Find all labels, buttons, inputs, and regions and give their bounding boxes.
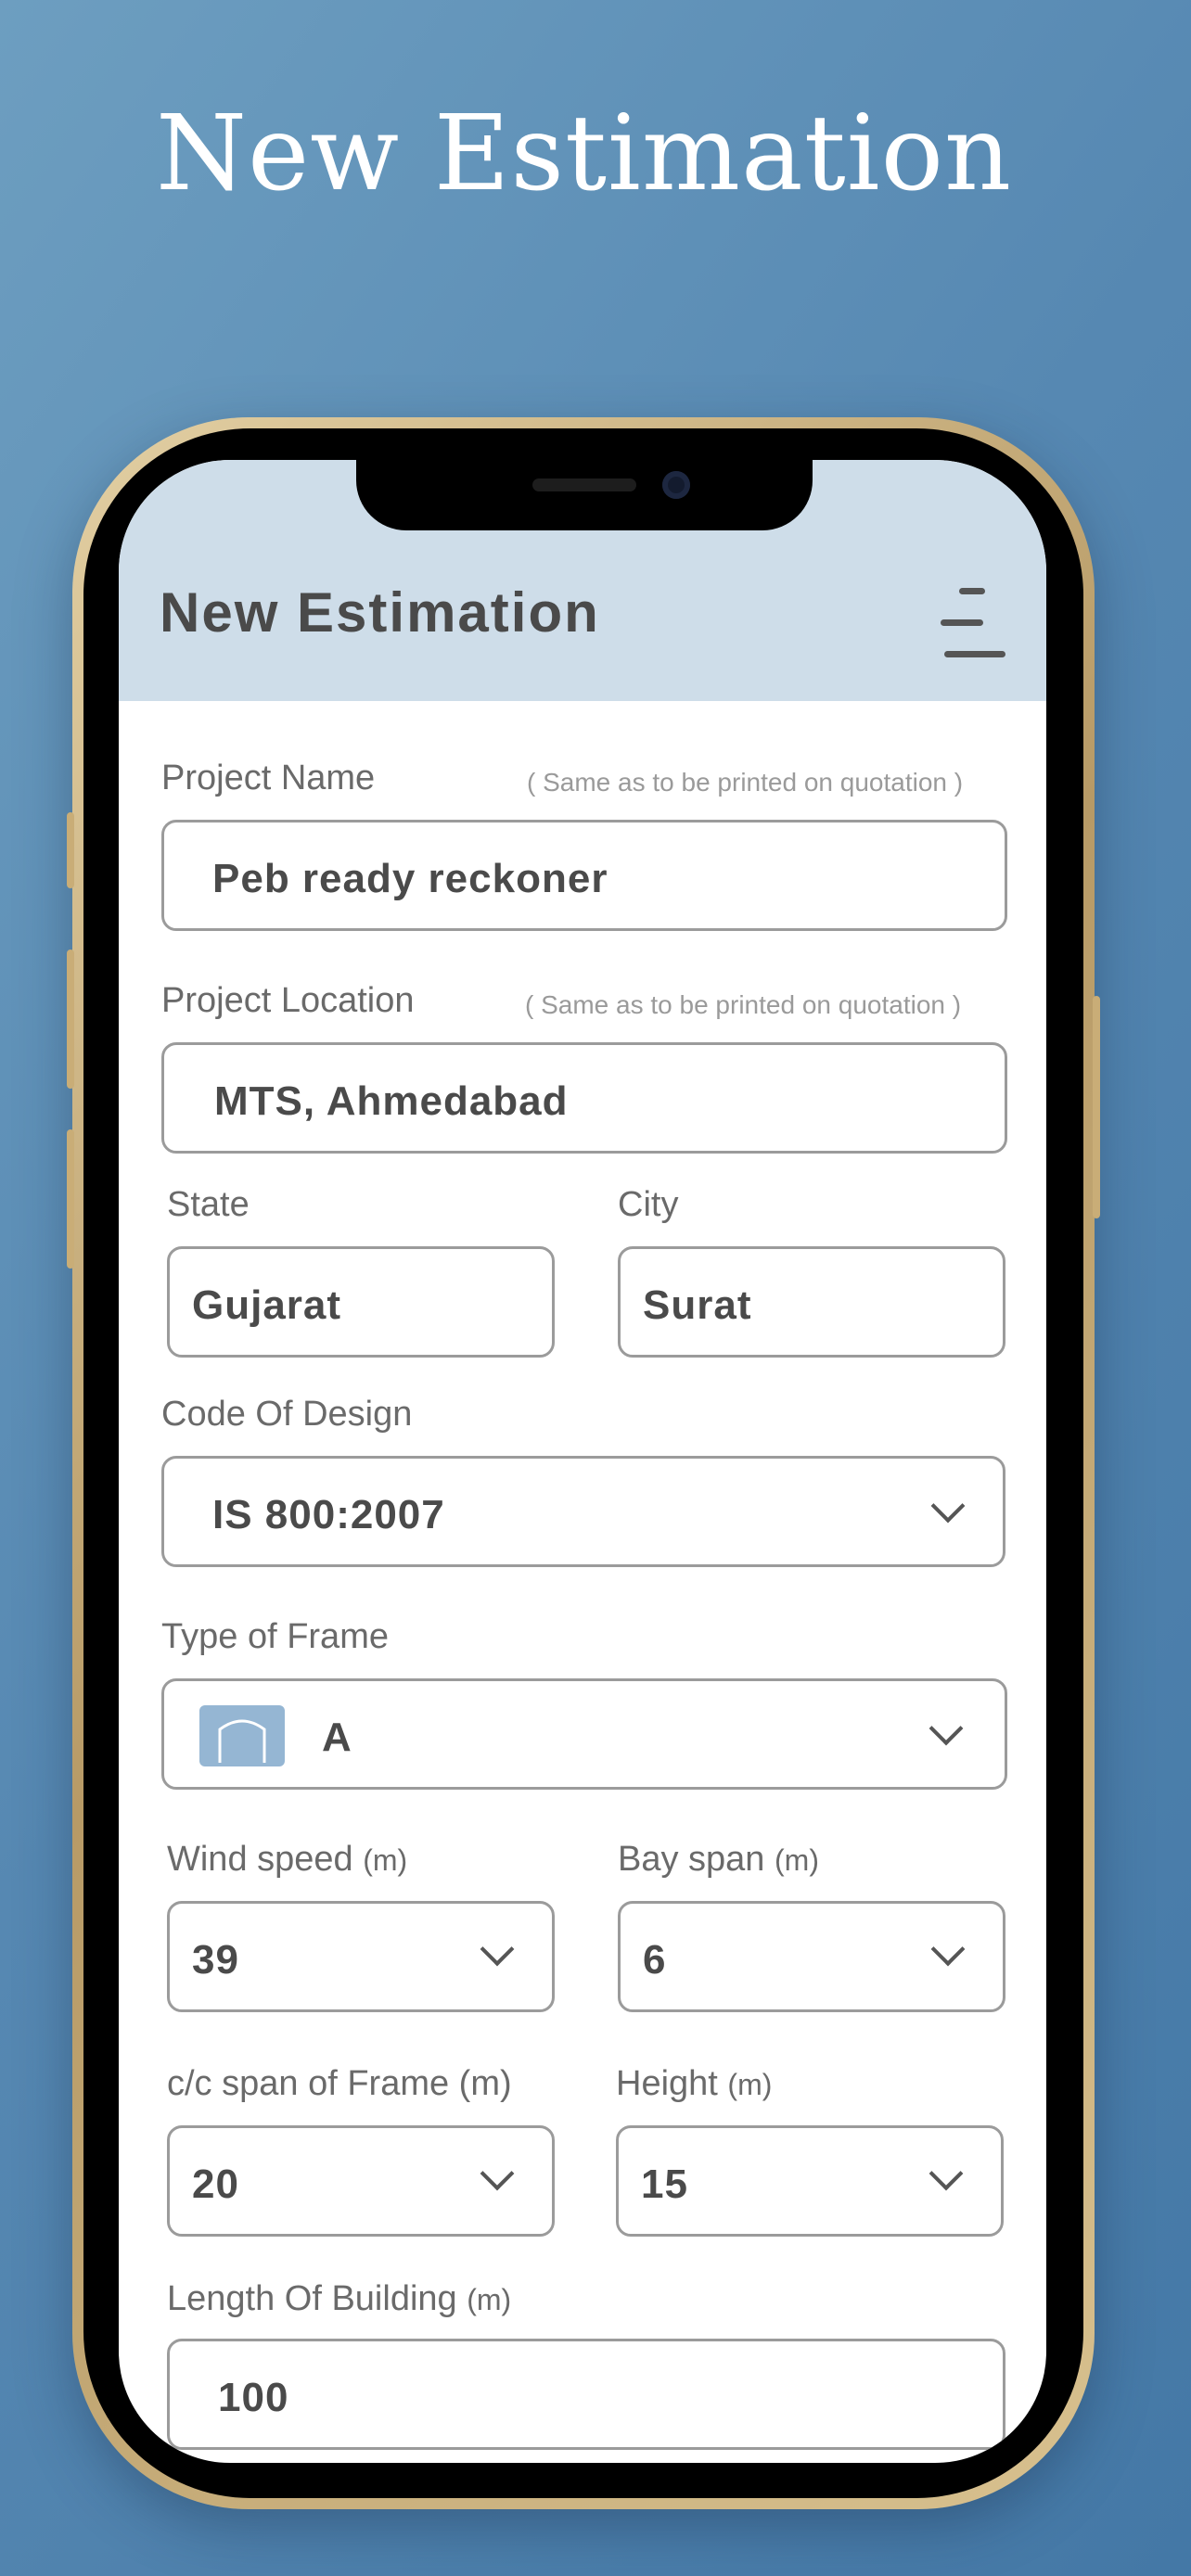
- code-of-design-select[interactable]: IS 800:2007: [161, 1456, 1005, 1567]
- cc-span-label: c/c span of Frame (m): [167, 2064, 512, 2103]
- project-location-input[interactable]: MTS, Ahmedabad: [161, 1042, 1007, 1154]
- city-value: Surat: [643, 1282, 752, 1328]
- frame-shape-icon: [199, 1705, 285, 1766]
- height-label: Height (m): [616, 2064, 773, 2103]
- length-of-building-value: 100: [218, 2375, 289, 2420]
- type-of-frame-label: Type of Frame: [161, 1617, 389, 1656]
- city-label: City: [618, 1185, 679, 1224]
- project-name-hint: ( Same as to be printed on quotation ): [527, 768, 964, 797]
- height-value: 15: [641, 2162, 688, 2207]
- chevron-down-icon: [485, 1937, 509, 1961]
- front-camera: [662, 471, 690, 499]
- project-location-hint: ( Same as to be printed on quotation ): [525, 990, 962, 1019]
- speaker-grille: [532, 478, 636, 491]
- chevron-down-icon: [934, 1716, 958, 1741]
- chevron-down-icon: [936, 1494, 960, 1518]
- state-value: Gujarat: [192, 1282, 342, 1328]
- app-screen: New Estimation Project Name ( Same as to…: [119, 460, 1046, 2463]
- page-title: New Estimation: [160, 581, 600, 644]
- chevron-down-icon: [485, 2162, 509, 2186]
- cc-span-select[interactable]: 20: [167, 2125, 555, 2237]
- project-name-label: Project Name: [161, 759, 376, 797]
- length-of-building-label: Length Of Building (m): [167, 2279, 512, 2318]
- wind-speed-select[interactable]: 39: [167, 1901, 555, 2012]
- wind-speed-label: Wind speed (m): [167, 1840, 408, 1879]
- bay-span-value: 6: [643, 1937, 667, 1983]
- cc-span-value: 20: [192, 2162, 239, 2207]
- type-of-frame-select[interactable]: A: [161, 1678, 1007, 1790]
- bay-span-label: Bay span (m): [618, 1840, 819, 1879]
- code-of-design-label: Code Of Design: [161, 1395, 413, 1434]
- height-select[interactable]: 15: [616, 2125, 1004, 2237]
- phone-notch: [356, 460, 813, 530]
- state-input[interactable]: Gujarat: [167, 1246, 555, 1358]
- chevron-down-icon: [936, 1937, 960, 1961]
- marketing-title: New Estimation: [156, 94, 1013, 214]
- state-label: State: [167, 1185, 250, 1224]
- wind-speed-value: 39: [192, 1937, 239, 1983]
- project-location-label: Project Location: [161, 981, 415, 1020]
- hamburger-menu-icon[interactable]: [941, 588, 1007, 658]
- project-location-value: MTS, Ahmedabad: [214, 1078, 569, 1124]
- project-name-input[interactable]: Peb ready reckoner: [161, 820, 1007, 931]
- code-of-design-value: IS 800:2007: [212, 1492, 445, 1537]
- length-of-building-input[interactable]: 100: [167, 2339, 1005, 2450]
- chevron-down-icon: [934, 2162, 958, 2186]
- type-of-frame-value: A: [322, 1715, 352, 1760]
- city-input[interactable]: Surat: [618, 1246, 1005, 1358]
- project-name-value: Peb ready reckoner: [212, 856, 608, 901]
- bay-span-select[interactable]: 6: [618, 1901, 1005, 2012]
